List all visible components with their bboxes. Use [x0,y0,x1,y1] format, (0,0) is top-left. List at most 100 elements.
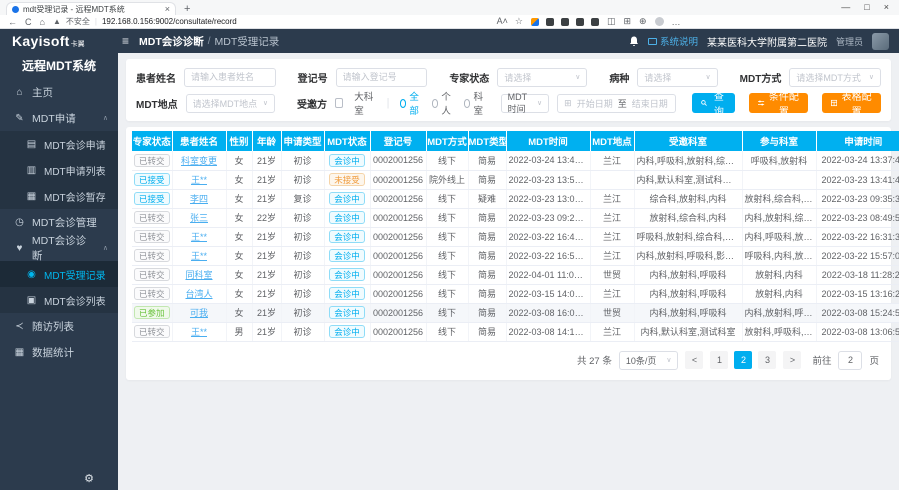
invitee-radio-全部[interactable]: 全部 [400,89,423,117]
column-header: MDT方式 [426,131,468,151]
date-range-picker[interactable]: ⊞ 开始日期 至 结束日期 [557,94,676,113]
calendar-icon: ⊞ [564,98,572,109]
table-config-button[interactable]: 表格配置 [822,93,881,113]
home-icon[interactable]: ⌂ [40,17,45,27]
patient-name-link[interactable]: 王** [191,327,207,337]
breadcrumb-current: MDT受理记录 [215,34,280,49]
table-row: 已转交王**男21岁初诊会诊中0002001256线下简易2022-03-08 … [132,322,899,341]
patient-name-link[interactable]: 王** [191,251,207,261]
column-header: 参与科室 [742,131,816,151]
patient-name-link[interactable]: 同科室 [185,270,212,280]
system-help-link[interactable]: 系统说明 [648,34,698,48]
extension-icon[interactable] [561,18,569,26]
mdt-status-chip: 会诊中 [329,268,365,281]
sidebar-item-MDT会诊暂存[interactable]: ▦MDT会诊暂存 [0,183,118,209]
sidebar-item-MDT会诊管理[interactable]: ◷MDT会诊管理 [0,209,118,235]
user-avatar[interactable] [872,33,889,50]
tab-close-icon[interactable]: × [165,5,170,14]
big-dept-checkbox[interactable] [335,98,343,108]
patient-name-link[interactable]: 王** [191,232,207,242]
sidebar-item-随访列表[interactable]: ≺随访列表 [0,313,118,339]
sidebar-item-数据统计[interactable]: ▦数据统计 [0,339,118,365]
back-icon[interactable]: ← [8,17,17,27]
browser-profile-avatar[interactable] [655,17,664,26]
next-page-button[interactable]: > [783,351,801,369]
extension-icon[interactable] [576,18,584,26]
records-table-card: 专家状态患者姓名性别年龄申请类型MDT状态登记号MDT方式MDT类型MDT时间M… [126,127,891,380]
page-size-select[interactable]: 10条/页∨ [619,351,679,370]
expert-status-chip: 已转交 [134,230,170,243]
app-logo: Kayisoft 卡翼 [0,33,118,49]
column-header: 申请类型 [281,131,324,151]
chart-icon: ▦ [14,347,25,358]
invitee-radio-个人[interactable]: 个人 [432,89,455,117]
mdt-mode-select[interactable]: 请选择MDT方式∨ [789,68,881,87]
sidebar: 远程MDT系统 ⌂主页✎MDT申请∧▤MDT会诊申请▥MDT申请列表▦MDT会诊… [0,53,118,490]
mdt-place-select[interactable]: 请选择MDT地点∨ [186,94,275,113]
mdt-status-chip: 会诊中 [329,287,365,300]
tab-title: mdt受理记录 - 远程MDT系统 [23,4,161,15]
url-field[interactable]: ▲ 不安全 | 192.168.0.156:9002/consultate/re… [53,16,523,27]
search-button[interactable]: 查询 [692,93,735,113]
browser-menu-icon[interactable]: … [672,17,681,27]
favorites-icon[interactable]: ⊞ [623,16,631,27]
records-table: 专家状态患者姓名性别年龄申请类型MDT状态登记号MDT方式MDT类型MDT时间M… [132,131,899,342]
patient-name-link[interactable]: 王** [191,175,207,185]
invitee-radio-科室[interactable]: 科室 [464,89,487,117]
table-row: 已转交科室变更女21岁初诊会诊中0002001256线下简易2022-03-24… [132,151,899,170]
expert-status-chip: 已转交 [134,154,170,167]
patient-name-link[interactable]: 张三 [190,213,208,223]
column-header: 专家状态 [132,131,172,151]
share-icon: ≺ [14,321,25,332]
sidebar-item-主页[interactable]: ⌂主页 [0,79,118,105]
patient-name-link[interactable]: 台湾人 [185,289,212,299]
sidebar-item-MDT会诊列表[interactable]: ▣MDT会诊列表 [0,287,118,313]
table-icon [831,99,837,107]
sidebar-item-MDT受理记录[interactable]: ◉MDT受理记录 [0,261,118,287]
home-icon: ⌂ [14,87,25,98]
window-minimize-button[interactable]: — [841,0,850,15]
sidebar-item-MDT会诊诊断[interactable]: ♥MDT会诊诊断∧ [0,235,118,261]
mdt-time-select[interactable]: MDT时间∨ [501,94,550,113]
mdt-mode-label: MDT方式 [740,70,782,85]
goto-page-input[interactable] [838,351,862,370]
browser-address-bar: ← C ⌂ ▲ 不安全 | 192.168.0.156:9002/consult… [0,15,899,29]
page-button-1[interactable]: 1 [710,351,728,369]
sidebar-collapse-icon[interactable]: ≡ [122,34,129,48]
sidebar-item-MDT申请列表[interactable]: ▥MDT申请列表 [0,157,118,183]
notification-bell-icon[interactable] [629,36,639,47]
gear-icon[interactable]: ⚙ [84,472,94,485]
new-tab-button[interactable]: + [184,3,190,15]
collections-icon[interactable]: ⊕ [639,16,647,27]
monitor-icon [648,38,657,45]
browser-tab[interactable]: mdt受理记录 - 远程MDT系统 × [6,2,176,15]
table-header-row: 专家状态患者姓名性别年龄申请类型MDT状态登记号MDT方式MDT类型MDT时间M… [132,131,899,151]
disease-select[interactable]: 请选择∨ [637,68,717,87]
mdt-status-chip: 未接受 [329,173,365,186]
prev-page-button[interactable]: < [685,351,703,369]
clock-icon: ◷ [14,217,25,228]
sidebar-item-MDT会诊申请[interactable]: ▤MDT会诊申请 [0,131,118,157]
window-close-button[interactable]: × [884,0,889,15]
chevron-down-icon: ∨ [263,99,268,107]
read-aloud-icon[interactable]: A˄ [497,16,508,27]
patient-name-link[interactable]: 科室变更 [181,156,217,166]
expert-status-chip: 已转交 [134,325,170,338]
favorite-star-icon[interactable]: ☆ [515,16,523,27]
split-screen-icon[interactable]: ◫ [607,16,616,27]
refresh-icon[interactable]: C [25,17,32,27]
window-maximize-button[interactable]: □ [864,0,869,15]
sidebar-item-MDT申请[interactable]: ✎MDT申请∧ [0,105,118,131]
extension-icon[interactable] [531,18,539,26]
page-button-3[interactable]: 3 [758,351,776,369]
extension-icon[interactable] [546,18,554,26]
patient-name-input[interactable] [184,68,276,87]
patient-name-link[interactable]: 李四 [190,194,208,204]
condition-config-button[interactable]: 条件配置 [749,93,808,113]
page-button-2[interactable]: 2 [734,351,752,369]
patient-name-link[interactable]: 可我 [190,308,208,318]
table-row: 已参加可我女21岁初诊会诊中0002001256线下简易2022-03-08 1… [132,303,899,322]
reg-no-input[interactable] [336,68,428,87]
expert-status-select[interactable]: 请选择∨ [497,68,587,87]
extension-icon[interactable] [591,18,599,26]
